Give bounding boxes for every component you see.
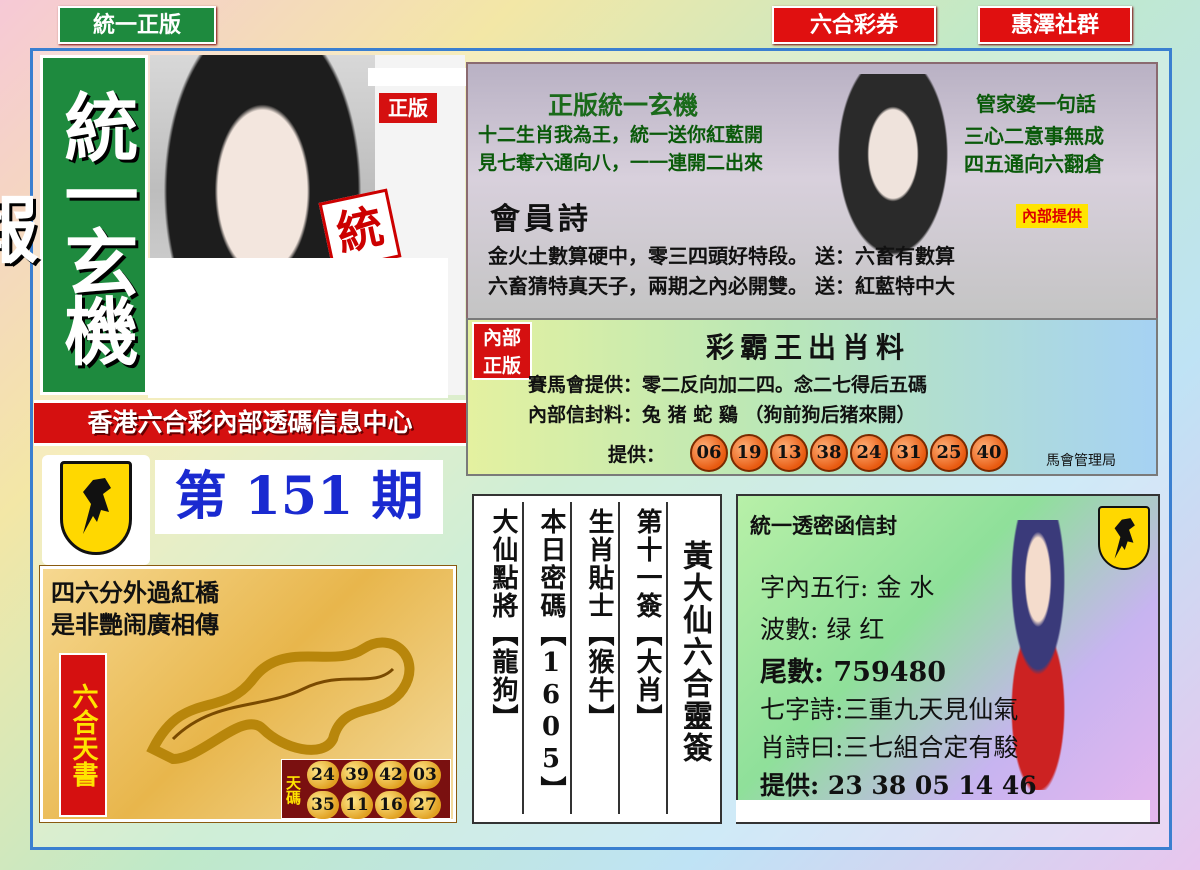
tianma-box: 天碼 24 39 42 03 35 11 16 27 xyxy=(281,759,451,819)
envelope-title: 統一透密函信封 xyxy=(750,513,897,538)
number-ball: 13 xyxy=(770,434,808,472)
code-number: 35 xyxy=(307,791,339,819)
envelope-panel: 統一透密函信封 字內五行: 金 水 波數: 绿 红 尾數: 759480 七字詩… xyxy=(736,494,1160,824)
masthead-title: 統一玄機報 xyxy=(0,89,138,361)
column-shengxiao: 生肖貼士【猴牛】 xyxy=(584,508,614,732)
envelope-row-1: 字內五行: 金 水 xyxy=(760,573,935,602)
dragon-icon xyxy=(143,629,443,769)
number-ball: 40 xyxy=(970,434,1008,472)
number-ball: 25 xyxy=(930,434,968,472)
code-number: 24 xyxy=(307,761,339,789)
envelope-row-5: 肖詩曰:三七組合定有駿 xyxy=(760,733,1019,762)
panel-line-1: 十二生肖我為王，統一送你紅藍開 xyxy=(478,124,764,146)
code-number: 03 xyxy=(409,761,441,789)
column-divider xyxy=(570,502,572,814)
panel-line-2: 見七奪六通向八，一一連開二出來 xyxy=(478,152,764,174)
number-ball: 06 xyxy=(690,434,728,472)
column-daxian: 大仙點將【龍狗】 xyxy=(488,508,518,732)
column-mima: 本日密碼【1605】 xyxy=(536,508,566,804)
blank-box-1 xyxy=(148,258,448,398)
code-number: 27 xyxy=(409,791,441,819)
column-divider xyxy=(618,502,620,814)
caibawang-line-1: 賽馬會提供：零二反向加二四。念二七得后五碼 xyxy=(528,374,928,396)
tag-liuhe-caiquan: 六合彩券 xyxy=(772,6,936,44)
poem-line-1: 金火土數算硬中，零三四頭好特段。 送：六畜有數算 xyxy=(488,244,955,268)
provide-label: 提供： xyxy=(608,444,666,466)
internal-badge: 內部提供 xyxy=(1016,204,1089,228)
internal-stamp: 內部 正版 xyxy=(472,322,532,380)
tianma-row-2: 35 11 16 27 xyxy=(306,790,442,820)
right-line-1: 三心二意事無成 xyxy=(964,124,1104,148)
ferrari-horse-icon xyxy=(60,461,132,555)
info-center-banner: 香港六合彩內部透碼信息中心 xyxy=(34,400,466,446)
logo-box xyxy=(42,455,150,565)
number-ball: 38 xyxy=(810,434,848,472)
liuhe-tianshu: 六合天書 xyxy=(68,683,98,787)
internal-stamp-top: 內部 xyxy=(482,327,521,349)
blank-strip-bottom xyxy=(736,800,1150,822)
ferrari-horse-icon xyxy=(1098,506,1150,570)
tianma-label: 天碼 xyxy=(284,775,302,805)
poem-line-2: 六畜猜特真天子，兩期之內必開雙。 送：紅藍特中大 xyxy=(488,274,955,298)
number-balls: 06 19 13 38 24 31 25 40 xyxy=(690,434,1010,472)
number-ball: 31 xyxy=(890,434,928,472)
code-number: 16 xyxy=(375,791,407,819)
top-info-panel: 正版統一玄機 十二生肖我為王，統一送你紅藍開 見七奪六通向八，一一連開二出來 管… xyxy=(466,62,1158,320)
number-ball: 19 xyxy=(730,434,768,472)
liuhe-tianshu-box: 六合天書 xyxy=(59,653,107,817)
dragon-panel: 四六分外過紅橋 是非艷闹廣相傳 六合天書 天碼 24 39 42 03 35 11 16 2… xyxy=(39,565,457,823)
column-divider xyxy=(522,502,524,814)
poem-title: 會員詩 xyxy=(490,202,592,237)
right-line-2: 四五通向六翻倉 xyxy=(964,152,1104,176)
code-number: 42 xyxy=(375,761,407,789)
jockey-club-footer: 馬會管理局 xyxy=(1046,453,1116,469)
right-title: 管家婆一句話 xyxy=(976,92,1096,116)
tag-huize-shequn: 惠澤社群 xyxy=(978,6,1132,44)
column-qian: 第十一簽【大肖】 xyxy=(632,508,662,732)
code-number: 11 xyxy=(341,791,373,819)
caibawang-title: 彩霸王出肖料 xyxy=(706,331,911,364)
number-ball: 24 xyxy=(850,434,888,472)
issue-number: 第 151 期 xyxy=(155,460,443,534)
caibawang-line-2: 內部信封料：兔 猪 蛇 鷄 （狗前狗后猪來開） xyxy=(528,404,916,426)
column-huangdaxian: 黃大仙六合靈簽 xyxy=(677,540,712,764)
zhengban-stamp: 正版 xyxy=(379,93,437,123)
envelope-row-6: 提供: 23 38 05 14 46 xyxy=(760,771,1037,800)
envelope-row-4: 七字詩:三重九天見仙氣 xyxy=(760,695,1019,724)
envelope-row-3: 尾數: 759480 xyxy=(760,657,947,688)
internal-stamp-bottom: 正版 xyxy=(482,355,521,377)
verse-1: 四六分外過紅橋 xyxy=(51,578,219,607)
column-divider xyxy=(666,502,668,814)
tag-tongyi-zhengban: 統一正版 xyxy=(58,6,216,44)
masthead-title-box: 統一玄機報 xyxy=(0,55,148,395)
caibawang-panel: 內部 正版 彩霸王出肖料 賽馬會提供：零二反向加二四。念二七得后五碼 內部信封料… xyxy=(466,318,1158,476)
code-number: 39 xyxy=(341,761,373,789)
envelope-row-2: 波數: 绿 红 xyxy=(760,615,885,644)
panel-title: 正版統一玄機 xyxy=(548,91,699,120)
tianma-row-1: 24 39 42 03 xyxy=(306,760,442,790)
